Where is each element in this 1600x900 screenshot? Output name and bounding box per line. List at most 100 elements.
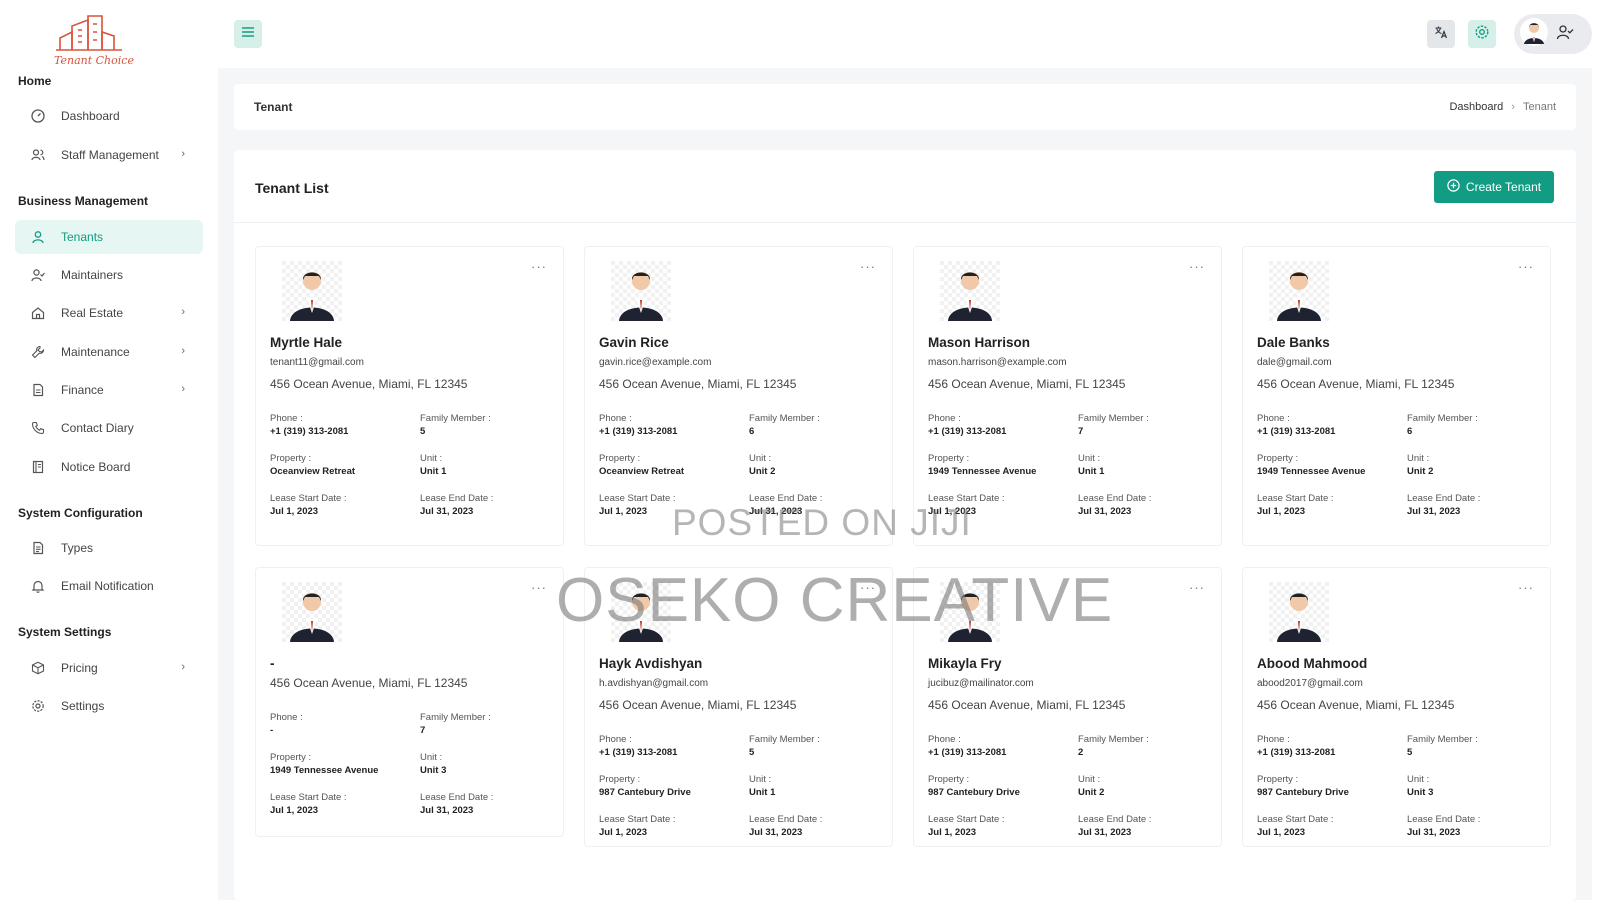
chevron-right-icon: ›	[181, 345, 185, 357]
tenant-email: dale@gmail.com	[1257, 357, 1332, 368]
family-label: Family Member :	[1407, 413, 1478, 424]
family-label: Family Member :	[1078, 413, 1149, 424]
lease-start-value: Jul 1, 2023	[599, 506, 648, 517]
tenant-name[interactable]: Mikayla Fry	[928, 656, 1002, 671]
sidebar-item-finance[interactable]: Finance ›	[15, 373, 203, 407]
gear-icon	[30, 698, 46, 714]
phone-label: Phone :	[928, 734, 961, 745]
lease-end-value: Jul 31, 2023	[1078, 827, 1132, 838]
unit-label: Unit :	[1078, 453, 1101, 464]
sidebar-item-dashboard[interactable]: Dashboard	[15, 99, 203, 133]
language-button[interactable]	[1427, 20, 1455, 48]
property-value: 1949 Tennessee Avenue	[270, 765, 379, 776]
lease-start-value: Jul 1, 2023	[270, 506, 319, 517]
breadcrumb-link-dashboard[interactable]: Dashboard	[1449, 101, 1503, 113]
create-tenant-button[interactable]: Create Tenant	[1434, 171, 1554, 203]
more-options-icon[interactable]: ···	[1518, 580, 1534, 595]
sidebar-item-types[interactable]: Types	[15, 531, 203, 565]
sidebar-item-pricing[interactable]: Pricing ›	[15, 651, 203, 685]
avatar	[1520, 17, 1548, 51]
sidebar-item-real-estate[interactable]: Real Estate ›	[15, 296, 203, 330]
tenant-card[interactable]: ··· Mason Harrison mason.harrison@example.…	[913, 246, 1222, 546]
sidebar-item-maintenance[interactable]: Maintenance ›	[15, 335, 203, 369]
lease-end-label: Lease End Date :	[1407, 814, 1481, 825]
lease-end-value: Jul 31, 2023	[1407, 827, 1461, 838]
lease-end-label: Lease End Date :	[420, 792, 494, 803]
more-options-icon[interactable]: ···	[1518, 259, 1534, 274]
chevron-right-icon: ›	[181, 306, 185, 318]
more-options-icon[interactable]: ···	[531, 259, 547, 274]
property-value: Oceanview Retreat	[270, 466, 356, 477]
nav-section-system-settings: System Settings	[18, 625, 112, 639]
family-label: Family Member :	[1407, 734, 1478, 745]
property-label: Property :	[1257, 774, 1299, 785]
tenant-name[interactable]: Mason Harrison	[928, 335, 1030, 350]
lease-start-value: Jul 1, 2023	[1257, 827, 1306, 838]
sidebar-item-staff-management[interactable]: Staff Management ›	[15, 138, 203, 172]
tenant-name[interactable]: Myrtle Hale	[270, 335, 342, 350]
sidebar-item-label: Tenants	[61, 230, 104, 244]
tenant-choice-logo[interactable]: Tenant Choice	[52, 14, 146, 68]
phone-icon	[30, 420, 46, 436]
sidebar-item-maintainers[interactable]: Maintainers	[15, 258, 203, 292]
lease-end-value: Jul 31, 2023	[1078, 506, 1132, 517]
unit-value: Unit 2	[1407, 466, 1434, 477]
tenant-card[interactable]: ··· Gavin Rice gavin.rice@example.com 456 O…	[584, 246, 893, 546]
sidebar-item-label: Staff Management	[61, 148, 159, 162]
family-value: 6	[1407, 426, 1413, 437]
chevron-right-icon: ›	[181, 148, 185, 160]
tenant-name[interactable]: Dale Banks	[1257, 335, 1330, 350]
property-label: Property :	[599, 774, 641, 785]
tenant-name[interactable]: Abood Mahmood	[1257, 656, 1367, 671]
property-value: 1949 Tennessee Avenue	[928, 466, 1037, 477]
tenant-card[interactable]: ··· Abood Mahmood abood2017@gmail.com 456 O…	[1242, 567, 1551, 847]
tenant-card[interactable]: ··· - 456 Ocean Avenue, Miami, FL 12345 Pho…	[255, 567, 564, 837]
sidebar-item-label: Settings	[61, 699, 105, 713]
property-value: 987 Cantebury Drive	[599, 787, 691, 798]
profile-menu[interactable]	[1514, 14, 1592, 54]
tenant-address: 456 Ocean Avenue, Miami, FL 12345	[599, 698, 797, 712]
users-icon	[30, 147, 46, 163]
more-options-icon[interactable]: ···	[1189, 259, 1205, 274]
more-options-icon[interactable]: ···	[531, 580, 547, 595]
phone-value: -	[270, 725, 274, 736]
tenant-list-title: Tenant List	[255, 180, 329, 196]
wrench-icon	[30, 344, 46, 360]
tenant-address: 456 Ocean Avenue, Miami, FL 12345	[599, 377, 797, 391]
unit-label: Unit :	[749, 774, 772, 785]
sidebar-item-tenants[interactable]: Tenants	[15, 220, 203, 254]
sidebar-item-label: Notice Board	[61, 460, 131, 474]
tenant-address: 456 Ocean Avenue, Miami, FL 12345	[270, 676, 468, 690]
lease-start-label: Lease Start Date :	[270, 493, 347, 504]
family-value: 2	[1078, 747, 1084, 758]
sidebar-item-settings[interactable]: Settings	[15, 689, 203, 723]
sidebar: Tenant Choice Home Dashboard Staff Manag…	[0, 0, 218, 900]
more-options-icon[interactable]: ···	[860, 259, 876, 274]
tenant-avatar	[282, 261, 342, 321]
lease-start-label: Lease Start Date :	[1257, 493, 1334, 504]
lease-end-value: Jul 31, 2023	[749, 827, 803, 838]
tenant-card[interactable]: ··· Myrtle Hale tenant11@gmail.com 456 Ocea…	[255, 246, 564, 546]
menu-toggle-button[interactable]	[234, 20, 262, 48]
notebook-icon	[30, 459, 46, 475]
watermark-line-1: POSTED ON JIJI	[672, 502, 972, 543]
tenant-name[interactable]: -	[270, 656, 275, 671]
sidebar-item-email-notification[interactable]: Email Notification	[15, 569, 203, 603]
property-label: Property :	[928, 774, 970, 785]
tenant-name[interactable]: Hayk Avdishyan	[599, 656, 702, 671]
sidebar-item-label: Maintenance	[61, 345, 130, 359]
page-title: Tenant	[254, 100, 293, 114]
tenant-name[interactable]: Gavin Rice	[599, 335, 669, 350]
tenant-email: h.avdishyan@gmail.com	[599, 678, 709, 689]
property-value: Oceanview Retreat	[599, 466, 685, 477]
more-options-icon[interactable]: ···	[1189, 580, 1205, 595]
sidebar-item-notice-board[interactable]: Notice Board	[15, 450, 203, 484]
phone-label: Phone :	[599, 734, 632, 745]
tenant-card[interactable]: ··· Dale Banks dale@gmail.com 456 Ocean Ave…	[1242, 246, 1551, 546]
unit-value: Unit 2	[1078, 787, 1105, 798]
settings-icon	[1474, 24, 1490, 45]
phone-value: +1 (319) 313-2081	[270, 426, 349, 437]
settings-button[interactable]	[1468, 20, 1496, 48]
sidebar-item-contact-diary[interactable]: Contact Diary	[15, 411, 203, 445]
lease-end-label: Lease End Date :	[749, 814, 823, 825]
